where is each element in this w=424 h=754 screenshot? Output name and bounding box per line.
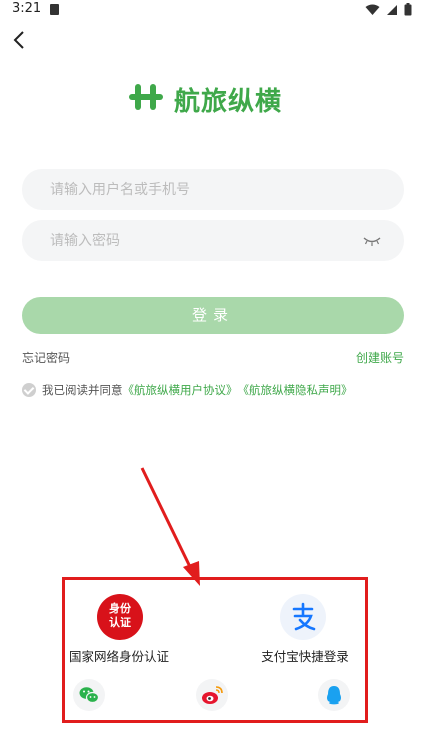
agreement-row: 我已阅读并同意 《航旅纵横用户协议》 《航旅纵横隐私声明》 [22, 381, 353, 399]
wechat-login-button[interactable] [73, 679, 105, 711]
alipay-login-button[interactable] [280, 594, 326, 640]
eye-closed-icon[interactable] [362, 233, 382, 247]
logo-mark-icon [129, 84, 163, 110]
username-field[interactable] [22, 169, 404, 210]
password-field[interactable] [22, 220, 404, 261]
create-account-link[interactable]: 创建账号 [356, 349, 404, 366]
alipay-icon [292, 602, 316, 631]
agreement-checkbox[interactable] [22, 383, 36, 397]
logo-text: 航旅纵横 [174, 87, 283, 117]
privacy-statement-link[interactable]: 《航旅纵横隐私声明》 [238, 382, 353, 398]
wifi-icon [365, 4, 380, 15]
back-arrow-icon [13, 31, 24, 49]
app-logo: 航旅纵横 [128, 80, 298, 117]
login-button[interactable]: 登录 [22, 297, 404, 334]
status-time: 3:21 [12, 1, 42, 16]
alipay-login-label: 支付宝快捷登录 [261, 649, 349, 664]
agreement-prefix: 我已阅读并同意 [42, 383, 123, 397]
battery-icon [404, 3, 412, 16]
wechat-icon [79, 687, 100, 704]
weibo-login-button[interactable] [196, 679, 228, 711]
national-id-login-button[interactable]: 身份 认证 [97, 594, 143, 640]
username-input[interactable] [50, 169, 350, 210]
signal-icon [387, 4, 397, 15]
qq-icon [327, 686, 341, 705]
weibo-icon [202, 686, 223, 704]
status-bar: 3:21 [0, 0, 424, 22]
password-input[interactable] [50, 220, 350, 261]
user-agreement-link[interactable]: 《航旅纵横用户协议》 [123, 382, 238, 398]
national-id-badge-line1: 身份 [109, 602, 131, 615]
national-id-badge-line2: 认证 [109, 616, 131, 629]
forgot-password-link[interactable]: 忘记密码 [22, 349, 70, 366]
status-icons [365, 3, 412, 16]
national-id-login-label: 国家网络身份认证 [68, 649, 169, 664]
qq-login-button[interactable] [318, 679, 350, 711]
back-button[interactable] [8, 28, 32, 52]
notification-icon [50, 4, 59, 15]
